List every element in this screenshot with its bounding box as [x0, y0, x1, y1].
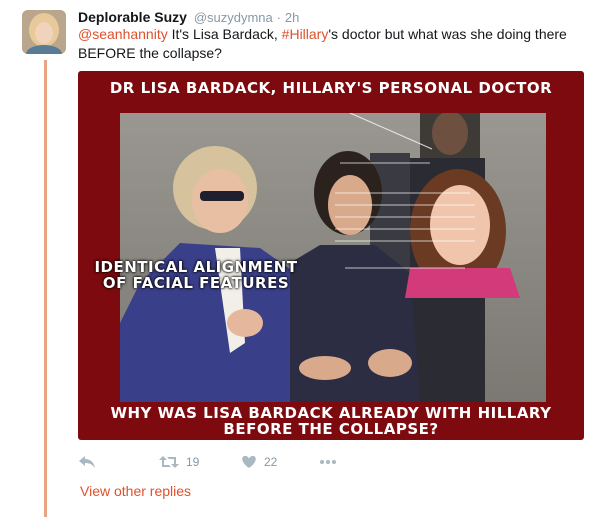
author-handle[interactable]: @suzydymna: [194, 10, 273, 25]
retweet-count: 19: [186, 455, 200, 469]
tweet-media-image[interactable]: Dr Lisa Bardack, Hillary's Personal Doct…: [78, 71, 584, 440]
tweet-actions: 19 22: [78, 452, 378, 472]
heart-icon: [242, 455, 256, 468]
avatar[interactable]: [22, 10, 66, 54]
tweet-text: @seanhannity It's Lisa Bardack, #Hillary…: [78, 25, 598, 63]
caption-top: Dr Lisa Bardack, Hillary's Personal Doct…: [109, 79, 553, 97]
author-name[interactable]: Deplorable Suzy: [78, 9, 187, 25]
retweet-button[interactable]: 19: [159, 452, 199, 472]
mention-link[interactable]: @seanhannity: [78, 26, 168, 42]
caption-bottom: Why was Lisa Bardack already with Hillar…: [110, 404, 552, 438]
reply-button[interactable]: [78, 452, 96, 472]
reply-icon: [79, 456, 95, 468]
more-button[interactable]: [319, 452, 337, 472]
view-other-replies-link[interactable]: View other replies: [80, 483, 191, 499]
retweet-icon: [159, 456, 179, 468]
like-button[interactable]: 22: [241, 452, 277, 472]
more-icon: [320, 460, 336, 464]
tweet-text-part1: It's Lisa Bardack,: [167, 26, 282, 42]
caption-middle: Identical alignment of facial features: [94, 258, 298, 292]
like-count: 22: [264, 455, 278, 469]
tweet-timestamp[interactable]: 2h: [285, 10, 299, 25]
conversation-thread-line: [44, 60, 47, 517]
separator-dot: ·: [276, 10, 281, 25]
hashtag-link[interactable]: #Hillary: [282, 26, 329, 42]
